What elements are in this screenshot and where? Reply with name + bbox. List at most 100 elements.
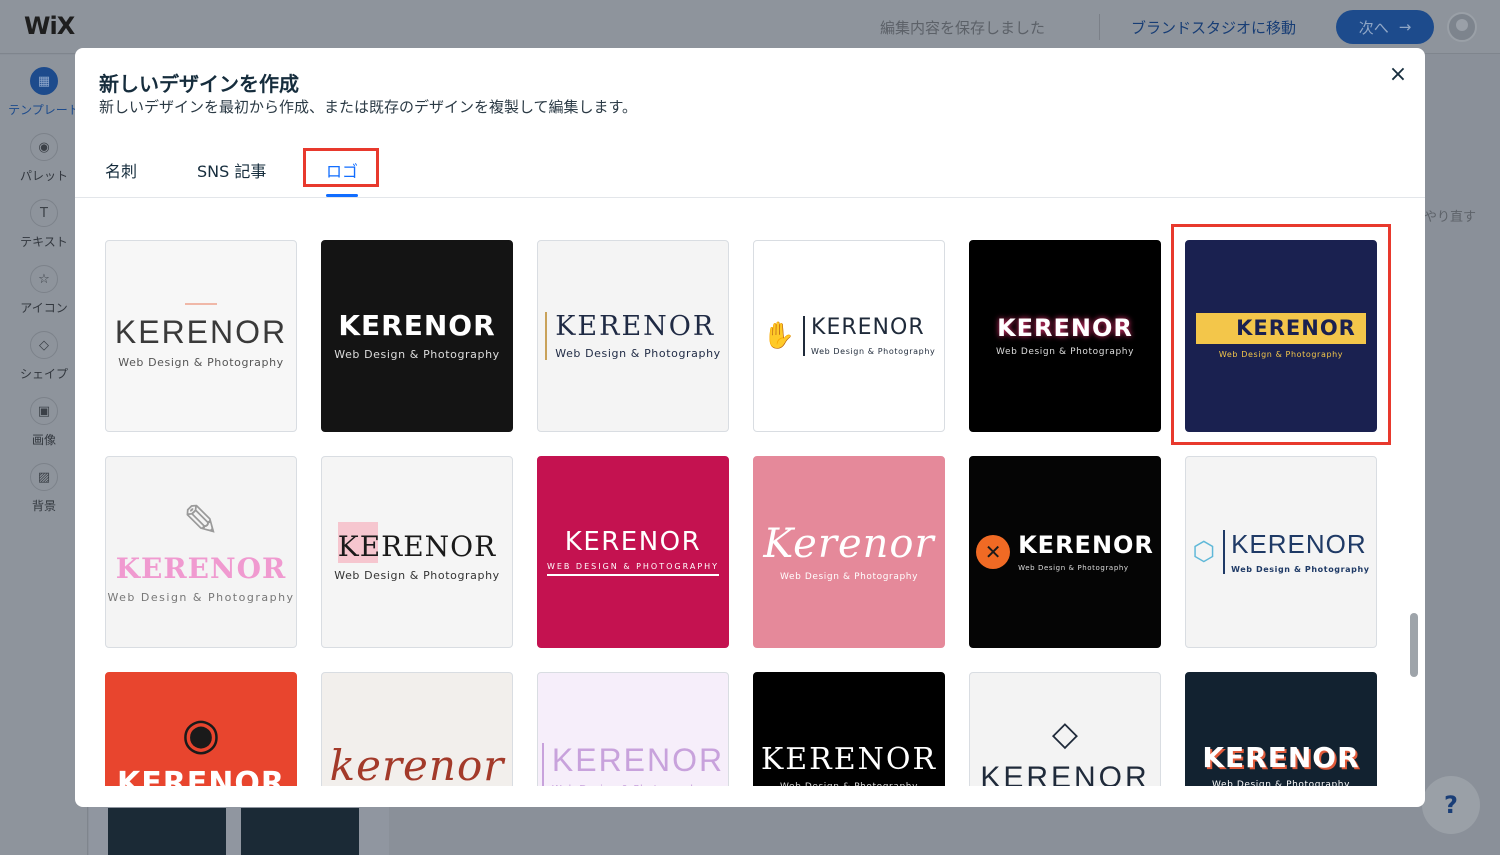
hand-icon: ✋	[762, 321, 796, 351]
logo-title: KERENOR	[337, 522, 497, 563]
brand-studio-link[interactable]: ブランドスタジオに移動	[1131, 17, 1296, 38]
logo-tagline: Web Design & Photography	[1211, 779, 1351, 786]
scrollbar[interactable]	[1409, 199, 1419, 786]
active-tab-indicator	[326, 194, 358, 197]
help-button[interactable]: ?	[1422, 776, 1480, 834]
logo-template-card[interactable]: KERENOR Web Design & Photography	[969, 240, 1161, 432]
eye-icon: ◉	[181, 709, 221, 760]
template-thumbnail[interactable]	[108, 808, 226, 855]
redo-button[interactable]: やり直す	[1424, 206, 1476, 225]
annotation-highlight	[303, 148, 379, 187]
logo-template-card[interactable]: KERENOR Web Design & Photography	[321, 240, 513, 432]
cube-icon: ⬡	[1192, 537, 1216, 567]
logo-title: KERENOR	[980, 761, 1150, 786]
next-button-label: 次へ	[1358, 18, 1389, 37]
logo-title: KERENOR	[116, 766, 286, 786]
close-icon[interactable]: ×	[1385, 62, 1411, 88]
logo-text-group: KERENOR Web Design & Photography	[334, 309, 500, 361]
logo-template-card[interactable]: ✎ KERENOR Web Design & Photography	[105, 456, 297, 648]
accent-line	[185, 302, 217, 305]
logo-tagline: Web Design & Photography	[1231, 564, 1370, 574]
logo-template-card[interactable]: KERENOR Web Design & Photography	[1185, 240, 1377, 432]
logo-template-card[interactable]: KERENOR Web Design & Photography	[1185, 672, 1377, 786]
tools-icon: ✕	[976, 535, 1011, 569]
logo-text-group: KERENOR Web Design & Photography	[541, 742, 725, 786]
logo-tagline: Web Design & Photography	[1218, 350, 1344, 360]
logo-text-group: KERENOR Web Design & Photography	[114, 313, 288, 370]
logo-template-card[interactable]: ✋ KERENOR Web Design & Photography	[753, 240, 945, 432]
text-icon: T	[30, 199, 58, 227]
logo-template-card[interactable]: ⬡ KERENOR Web Design & Photography	[1185, 456, 1377, 648]
logo-template-card[interactable]: KERENOR Web Design & Photography	[537, 240, 729, 432]
logo-template-card[interactable]: ✕ KERENOR Web Design & Photography	[969, 456, 1161, 648]
logo-tagline: Web Design & Photography	[995, 347, 1135, 358]
logo-template-card[interactable]: KERENOR Web Design & Photography	[321, 456, 513, 648]
logo-title: KERENOR	[564, 526, 702, 557]
logo-text-group: KERENOR	[980, 761, 1149, 786]
logo-template-card[interactable]: KERENOR Web Design & Photography	[753, 672, 945, 786]
logo-tagline: WEB DESIGN & PHOTOGRAPHY	[546, 562, 720, 577]
tab-sns-post[interactable]: SNS 記事	[197, 158, 266, 182]
logo-template-card[interactable]: KERENOR Web Design & Photography	[105, 240, 297, 432]
logo-tagline: Web Design & Photography	[334, 347, 500, 361]
logo-tagline: Web Design & Photography	[1018, 564, 1129, 573]
logo-title: KERENOR	[760, 742, 938, 777]
logo-title: kerenor	[329, 741, 505, 786]
logo-title: KERENOR	[1231, 529, 1367, 560]
template-icon: ▦	[30, 67, 58, 95]
logo-text-group: Kerenor Web Design & Photography	[763, 522, 934, 582]
logo-text-group: KERENOR Web Design & Photography	[334, 522, 500, 582]
wix-logo: WiX	[24, 12, 75, 40]
tab-business-card[interactable]: 名刺	[105, 158, 137, 182]
logo-text-group: KERENOR Web Design & Photography	[803, 315, 936, 356]
logo-title: KERENOR	[1196, 312, 1366, 345]
logo-tagline: Web Design & Photography	[811, 346, 936, 356]
logo-title: KERENOR	[338, 309, 496, 343]
logo-tagline: Web Design & Photography	[552, 784, 704, 786]
logo-text-group: kerenor	[329, 741, 505, 786]
next-button[interactable]: 次へ →	[1336, 10, 1434, 44]
star-icon: ☆	[30, 265, 58, 293]
editor-topbar: WiX 編集内容を保存しました ブランドスタジオに移動 次へ →	[0, 0, 1500, 54]
modal-title: 新しいデザインを作成	[99, 72, 299, 96]
logo-title: KERENOR	[114, 313, 288, 350]
palette-icon: ◉	[30, 133, 58, 161]
logo-template-card[interactable]: Kerenor Web Design & Photography	[753, 456, 945, 648]
save-status: 編集内容を保存しました	[880, 19, 1046, 37]
tab-bar: 名刺 SNS 記事 ロゴ	[75, 148, 1425, 198]
logo-text-group: KERENOR Web Design & Photography	[545, 311, 721, 361]
template-thumbnail[interactable]	[241, 808, 359, 855]
logo-text-group: KERENOR Web Design & Photography	[1202, 741, 1360, 786]
create-design-modal: 新しいデザインを作成 新しいデザインを最初から作成、または既存のデザインを複製し…	[75, 48, 1425, 807]
avatar[interactable]	[1447, 12, 1477, 42]
logo-text-group: KERENOR Web Design & Photography	[995, 313, 1135, 358]
logo-title: KERENOR	[115, 552, 287, 586]
logo-title: KERENOR	[811, 315, 925, 341]
logo-template-card[interactable]: KERENOR Web Design & Photography	[537, 672, 729, 786]
logo-title: KERENOR	[551, 742, 725, 778]
logo-tagline: Web Design & Photography	[118, 356, 284, 370]
arrow-right-icon: →	[1398, 18, 1412, 36]
logo-template-card[interactable]: ◉ KERENOR	[105, 672, 297, 786]
logo-template-card[interactable]: KERENOR WEB DESIGN & PHOTOGRAPHY	[537, 456, 729, 648]
logo-title: KERENOR	[1018, 530, 1154, 559]
logo-tagline: Web Design & Photography	[555, 347, 721, 361]
drawing-tablet-icon: ✎	[182, 496, 220, 548]
logo-title: KERENOR	[997, 313, 1133, 342]
logo-text-group: KERENOR WEB DESIGN & PHOTOGRAPHY	[546, 526, 720, 577]
logo-text-group: KERENOR Web Design & Photography	[107, 552, 295, 604]
logo-template-card[interactable]: ◇ KERENOR	[969, 672, 1161, 786]
logo-text-group: KERENOR	[117, 767, 285, 786]
logo-tagline: Web Design & Photography	[107, 590, 295, 604]
logo-template-card[interactable]: kerenor	[321, 672, 513, 786]
logo-text-group: KERENOR Web Design & Photography	[761, 743, 937, 786]
logo-template-grid: KERENOR Web Design & Photography KERENOR We…	[75, 199, 1425, 786]
shapes-icon: ◇	[30, 331, 58, 359]
logo-title: Kerenor	[763, 521, 935, 567]
logo-text-group: KERENOR Web Design & Photography	[1223, 530, 1370, 574]
image-icon: ▣	[30, 397, 58, 425]
scrollbar-thumb[interactable]	[1410, 613, 1418, 677]
logo-tagline: Web Design & Photography	[779, 572, 919, 582]
logo-title: KERENOR	[1202, 741, 1360, 774]
geometric-icon: ◇	[1051, 714, 1079, 754]
